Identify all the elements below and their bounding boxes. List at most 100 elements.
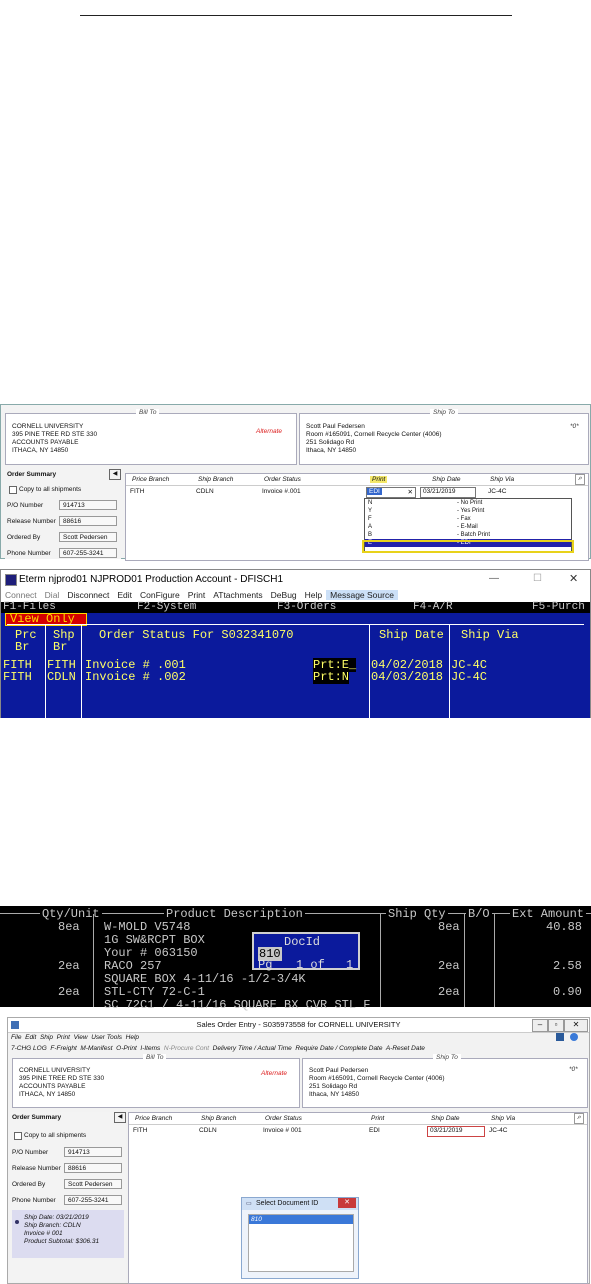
po-number-field[interactable]: 914713 [64, 1147, 122, 1157]
grid-search-icon[interactable]: ⌕ [574, 1113, 584, 1124]
docid-title: DocId [284, 935, 321, 949]
menu-connect[interactable]: Connect [1, 590, 41, 600]
menu-view[interactable]: View [74, 1034, 88, 1041]
release-number-field[interactable]: 88616 [64, 1163, 122, 1173]
order-status-heading: Order Status For S032341070 [99, 628, 294, 642]
ship-to-line: 251 Solidago Rd [306, 439, 355, 446]
dropdown-option[interactable]: A - E-Mail [365, 523, 571, 531]
docid-popup[interactable]: DocId 810 Pg 1 of 1 [252, 932, 360, 972]
fkey-f2[interactable]: F2-System [137, 601, 196, 613]
fkey-f3[interactable]: F3-Orders [277, 601, 336, 613]
line-qty: 8ea [58, 920, 80, 934]
grid-cell-ship-branch[interactable]: CDLN [196, 488, 214, 495]
copy-all-label: Copy to all shipments [24, 1132, 87, 1139]
tool-require-date[interactable]: Require Date / Complete Date [295, 1045, 382, 1052]
dropdown-option[interactable]: F - Fax [365, 515, 571, 523]
close-button[interactable]: ✕ [569, 572, 578, 585]
menu-dial[interactable]: Dial [41, 590, 64, 600]
phone-number-field[interactable]: 607-255-3241 [59, 548, 117, 558]
menu-print[interactable]: Print [184, 590, 209, 600]
menu-file[interactable]: File [11, 1034, 21, 1041]
alternate-link[interactable]: Alternate [261, 1070, 287, 1077]
clear-print-icon[interactable]: ✕ [408, 488, 413, 496]
collapse-button[interactable]: ◀ [109, 469, 121, 480]
menu-bar: File Edit Ship Print View User Tools Hel… [11, 1034, 139, 1041]
grid-cell-price-branch[interactable]: FITH [130, 488, 144, 495]
phone-number-field[interactable]: 607-255-3241 [64, 1195, 122, 1205]
ship-to-line: Ithaca, NY 14850 [309, 1091, 360, 1098]
menu-ship[interactable]: Ship [40, 1034, 53, 1041]
tool-reset-date[interactable]: A-Reset Date [386, 1045, 425, 1052]
bill-to-group: Bill To CORNELL UNIVERSITY 395 PINE TREE… [12, 1054, 300, 1108]
grid-cell-price-branch[interactable]: FITH [133, 1127, 147, 1134]
maximize-button[interactable]: ☐ [533, 573, 542, 584]
tool-chg-log[interactable]: 7-CHG LOG [11, 1045, 47, 1052]
menu-help[interactable]: Help [126, 1034, 139, 1041]
menu-configure[interactable]: ConFigure [136, 590, 184, 600]
menu-disconnect[interactable]: Disconnect [63, 590, 113, 600]
dialog-close-button[interactable]: ✕ [338, 1198, 356, 1208]
ship-to-mark: *0* [570, 423, 579, 430]
grid-cell-ship-branch[interactable]: CDLN [199, 1127, 217, 1134]
dialog-title: Select Document ID [256, 1200, 319, 1207]
document-id-list[interactable]: 810 [248, 1214, 354, 1272]
menu-edit[interactable]: Edit [25, 1034, 36, 1041]
grid-cell-ship-via[interactable]: JC-4C [489, 1127, 507, 1134]
grid-cell-ship-via[interactable]: JC-4C [488, 488, 506, 495]
grid-col-order-status: Order Status [264, 476, 301, 483]
fkey-f4[interactable]: F4-A/R [413, 601, 453, 613]
grid-cell-order-status[interactable]: Invoice # 001 [263, 1127, 302, 1134]
copy-all-checkbox[interactable] [14, 1132, 22, 1140]
menu-user-tools[interactable]: User Tools [91, 1034, 122, 1041]
tool-delivery-time[interactable]: Delivery Time / Actual Time [213, 1045, 292, 1052]
minimize-button[interactable]: – [532, 1019, 548, 1032]
po-number-field[interactable]: 914713 [59, 500, 117, 510]
line-amount: 40.88 [546, 920, 583, 934]
line-amount: 2.58 [553, 959, 582, 973]
menu-print[interactable]: Print [57, 1034, 70, 1041]
grid-col-ship-date: Ship Date [432, 476, 461, 483]
minimize-button[interactable]: — [489, 573, 499, 584]
collapse-button[interactable]: ◀ [114, 1112, 126, 1123]
tool-manifest[interactable]: M-Manifest [80, 1045, 112, 1052]
grid-search-icon[interactable]: ⌕ [575, 474, 585, 485]
line-desc: SC 72C1 / 4-11/16 SQUARE BX CVR STL F [104, 998, 371, 1012]
menu-help[interactable]: Help [301, 590, 326, 600]
menu-message-source[interactable]: Message Source [326, 590, 398, 600]
order-summary: Order Summary ◀ Copy to all shipments P/… [10, 1112, 126, 1282]
col-ship-via: Ship Via [461, 628, 519, 642]
save-icon[interactable] [556, 1033, 564, 1041]
print-combo[interactable]: EDI ✕ [366, 487, 416, 498]
grid-cell-ship-date[interactable]: 03/21/2019 [427, 1126, 485, 1137]
ordered-by-select[interactable]: Scott Pedersen [64, 1179, 122, 1189]
menu-attachments[interactable]: ATtachments [209, 590, 266, 600]
globe-icon[interactable] [570, 1033, 578, 1041]
option-code: A [368, 524, 373, 530]
grid-col-ship-via: Ship Via [491, 1115, 516, 1122]
menu-edit[interactable]: Edit [113, 590, 136, 600]
maximize-button[interactable]: ▫ [548, 1019, 564, 1032]
dropdown-option[interactable]: N - No Print [365, 499, 571, 507]
fkey-f5[interactable]: F5-Purch [532, 601, 585, 613]
document-id-option[interactable]: 810 [249, 1215, 353, 1224]
release-number-field[interactable]: 88616 [59, 516, 117, 526]
grid-cell-order-status[interactable]: Invoice #.001 [262, 488, 301, 495]
tool-items[interactable]: I-Items [140, 1045, 160, 1052]
alternate-link[interactable]: Alternate [256, 428, 282, 435]
tool-freight[interactable]: F-Freight [50, 1045, 76, 1052]
shipment-card[interactable]: Ship Date: 03/21/2019 Ship Branch: CDLN … [12, 1210, 124, 1258]
dropdown-option[interactable]: Y - Yes Print [365, 507, 571, 515]
menu-debug[interactable]: DeBug [267, 590, 301, 600]
select-document-dialog[interactable]: ▭ Select Document ID ✕ 810 [241, 1197, 359, 1279]
grid-cell-ship-date[interactable]: 03/21/2019 [420, 487, 476, 498]
row-print-field[interactable]: Prt:N [313, 670, 350, 684]
bill-to-line: ACCOUNTS PAYABLE [12, 439, 79, 446]
tool-print[interactable]: O-Print [116, 1045, 137, 1052]
grid-cell-print[interactable]: EDI [369, 1127, 380, 1134]
dropdown-option[interactable]: B - Batch Print [365, 531, 571, 539]
grid-col-print: Print [371, 1115, 385, 1122]
ordered-by-select[interactable]: Scott Pedersen [59, 532, 117, 542]
copy-all-checkbox[interactable] [9, 486, 17, 494]
close-button[interactable]: ✕ [564, 1019, 588, 1032]
tool-procure-cont[interactable]: N-Procure Cont [164, 1045, 209, 1052]
